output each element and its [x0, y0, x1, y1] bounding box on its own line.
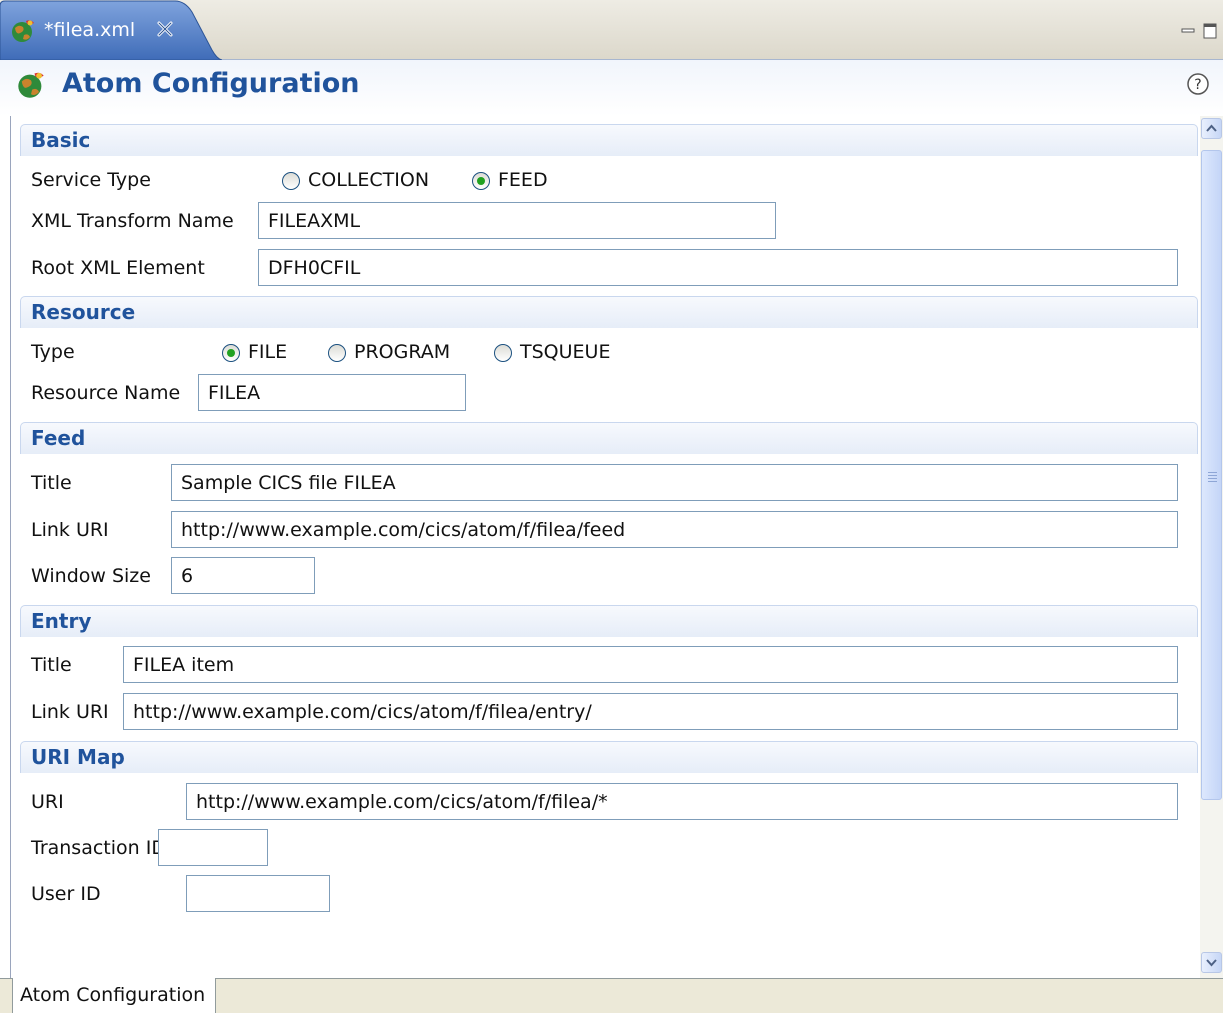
scroll-up-button[interactable] — [1201, 118, 1222, 139]
xml-transform-input[interactable] — [259, 203, 775, 238]
window-size-label: Window Size — [31, 565, 151, 587]
resource-name-field[interactable] — [198, 374, 466, 411]
close-icon[interactable] — [156, 20, 174, 38]
feed-title-input[interactable] — [172, 465, 1177, 500]
radio-circle — [494, 344, 512, 362]
chevron-up-icon — [1206, 124, 1217, 132]
uri-field[interactable] — [186, 783, 1178, 820]
resource-name-input[interactable] — [199, 375, 465, 410]
user-id-field[interactable] — [186, 875, 330, 912]
minimize-icon[interactable] — [1181, 22, 1195, 44]
entry-link-input[interactable] — [124, 694, 1177, 729]
chevron-down-icon — [1206, 959, 1217, 967]
section-title: Feed — [31, 426, 86, 450]
user-id-input[interactable] — [187, 876, 329, 911]
section-entry[interactable]: Entry — [20, 605, 1198, 637]
entry-title-field[interactable] — [123, 646, 1178, 683]
help-icon[interactable]: ? — [1186, 72, 1210, 96]
maximize-icon[interactable] — [1203, 22, 1217, 44]
feed-link-label: Link URI — [31, 519, 109, 541]
window-controls — [1173, 22, 1223, 42]
transaction-id-label: Transaction ID — [31, 837, 166, 859]
uri-input[interactable] — [187, 784, 1177, 819]
entry-title-input[interactable] — [124, 647, 1177, 682]
root-element-field[interactable] — [258, 249, 1178, 286]
xml-transform-label: XML Transform Name — [31, 210, 234, 232]
section-title: URI Map — [31, 745, 125, 769]
resource-type-label: Type — [31, 341, 75, 363]
user-id-label: User ID — [31, 883, 101, 905]
page-tab-label: Atom Configuration — [20, 984, 206, 1006]
radio-circle — [472, 172, 490, 190]
xml-transform-field[interactable] — [258, 202, 776, 239]
radio-circle — [222, 344, 240, 362]
window-size-input[interactable] — [172, 558, 314, 593]
feed-title-label: Title — [31, 472, 72, 494]
section-uri-map[interactable]: URI Map — [20, 741, 1198, 773]
page-title: Atom Configuration — [62, 68, 360, 99]
page-tab-bar: Atom Configuration — [0, 978, 1223, 1013]
radio-label: TSQUEUE — [520, 341, 611, 363]
radio-label: FILE — [248, 341, 288, 363]
editor-tab-strip: *filea.xml — [0, 0, 1223, 60]
atom-globe-icon — [16, 70, 46, 100]
editor-tab-title: *filea.xml — [44, 19, 136, 41]
transaction-id-input[interactable] — [159, 830, 267, 865]
vertical-scrollbar[interactable] — [1200, 116, 1223, 978]
atom-globe-icon — [10, 18, 36, 44]
resource-name-label: Resource Name — [31, 382, 181, 404]
root-element-input[interactable] — [259, 250, 1177, 285]
tab-atom-configuration[interactable]: Atom Configuration — [12, 978, 216, 1013]
transaction-id-field[interactable] — [158, 829, 268, 866]
form-body: Basic Service Type COLLECTION FEED XML T… — [10, 116, 1200, 978]
entry-title-label: Title — [31, 654, 72, 676]
section-resource[interactable]: Resource — [20, 296, 1198, 328]
radio-selected-dot — [227, 349, 235, 357]
radio-label: PROGRAM — [354, 341, 451, 363]
entry-link-field[interactable] — [123, 693, 1178, 730]
service-type-label: Service Type — [31, 169, 151, 191]
feed-link-input[interactable] — [172, 512, 1177, 547]
section-feed[interactable]: Feed — [20, 422, 1198, 454]
scroll-thumb[interactable] — [1201, 150, 1222, 800]
radio-label: FEED — [498, 169, 548, 191]
radio-selected-dot — [477, 177, 485, 185]
feed-title-field[interactable] — [171, 464, 1178, 501]
form-header: Atom Configuration ? — [0, 60, 1223, 116]
root-element-label: Root XML Element — [31, 257, 205, 279]
window-size-field[interactable] — [171, 557, 315, 594]
section-basic[interactable]: Basic — [20, 124, 1198, 156]
radio-circle — [282, 172, 300, 190]
section-title: Resource — [31, 300, 136, 324]
section-title: Basic — [31, 128, 91, 152]
section-title: Entry — [31, 609, 92, 633]
editor-tab[interactable]: *filea.xml — [0, 0, 222, 60]
radio-label: COLLECTION — [308, 169, 430, 191]
svg-text:?: ? — [1194, 77, 1201, 93]
radio-circle — [328, 344, 346, 362]
scroll-down-button[interactable] — [1201, 952, 1222, 973]
entry-link-label: Link URI — [31, 701, 109, 723]
uri-label: URI — [31, 791, 64, 813]
feed-link-field[interactable] — [171, 511, 1178, 548]
